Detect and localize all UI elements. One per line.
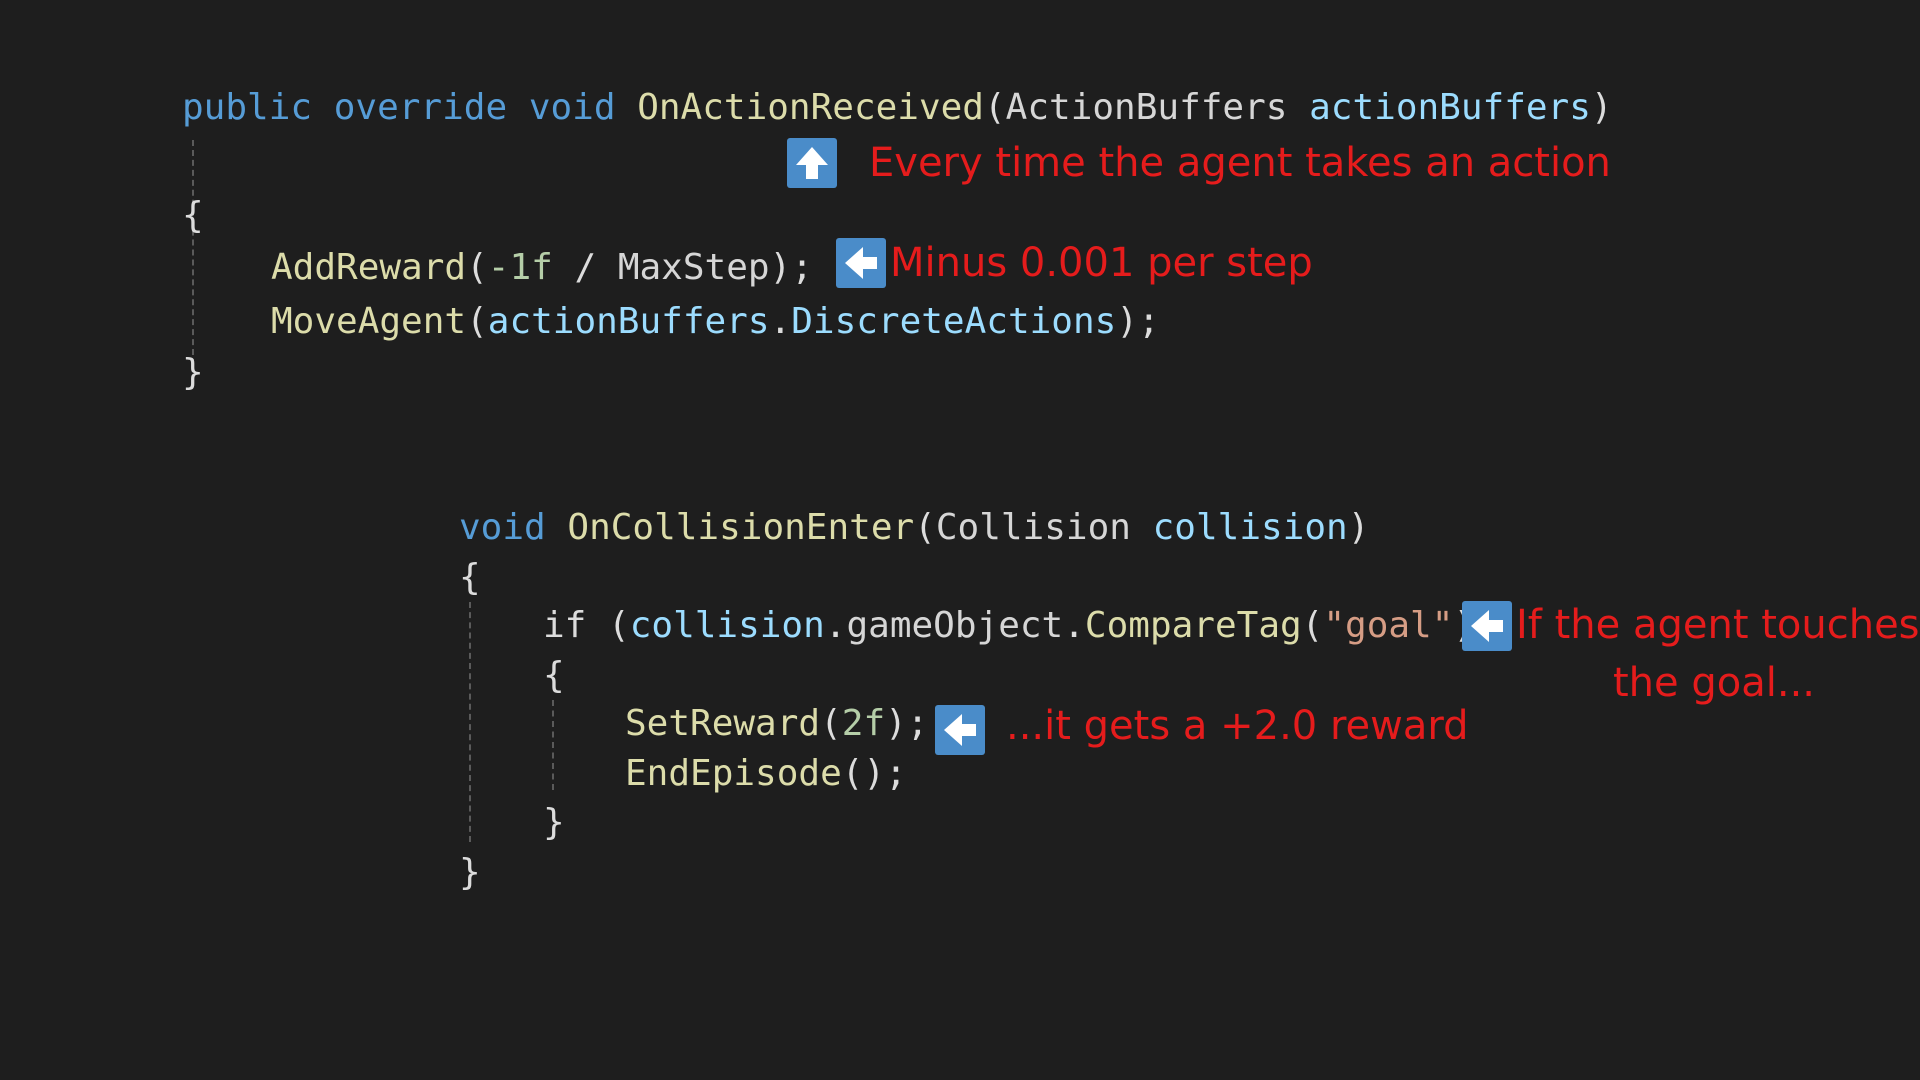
statement-end: ); [1116,301,1160,342]
fn-end-episode: EndEpisode [625,753,842,794]
block1-brace-close: } [182,352,204,393]
block2-brace-open: { [459,557,481,598]
fn-move-agent: MoveAgent [271,301,467,342]
keyword-void: void [459,507,546,548]
keyword-void: void [528,87,616,128]
block2-if-line: if (collision.gameObject.CompareTag("goa… [543,608,1497,644]
block2-inner-brace-close: } [543,802,565,843]
keyword-override: override [333,87,508,128]
block2-set-reward-line: SetReward(2f); [625,706,928,742]
member-discrete-actions: DiscreteActions [791,301,1117,342]
keyword-public: public [182,87,313,128]
method-name: OnCollisionEnter [567,507,915,548]
note-reward: ...it gets a +2.0 reward [1006,703,1469,749]
string-goal: "goal" [1323,605,1454,646]
block2-signature: void OnCollisionEnter(Collision collisio… [459,510,1369,546]
block2-brace-close: } [459,852,481,893]
param-name: collision [1152,507,1348,548]
keyword-if: if [543,605,587,646]
member-game-object: gameObject [846,605,1064,646]
note-every-action: Every time the agent takes an action [869,140,1611,186]
identifier-maxstep: MaxStep [617,247,770,288]
operator: / [552,247,618,288]
arrow-left-icon [935,705,985,755]
param-type: Collision [935,507,1131,548]
identifier-collision: collision [629,605,825,646]
note-touch-goal-line1: If the agent touches [1516,602,1920,648]
block2-end-episode-line: EndEpisode(); [625,756,907,792]
open-paren: ( [586,605,630,646]
member-dot: . [824,605,847,646]
block1-move-agent-line: MoveAgent(actionBuffers.DiscreteActions)… [271,304,1160,340]
open-paren: ( [820,703,842,744]
statement-end: ); [885,703,929,744]
fn-compare-tag: CompareTag [1084,605,1302,646]
block1-brace-open: { [182,195,204,236]
member-dot: . [1063,605,1085,646]
statement-end: (); [841,753,907,794]
fn-set-reward: SetReward [625,703,821,744]
block1-signature: public override void OnActionReceived(Ac… [182,90,1613,126]
indent-guide [469,602,471,842]
close-paren: ) [1347,507,1370,548]
code-annotation-canvas: public override void OnActionReceived(Ac… [0,0,1920,1080]
indent-guide [552,700,554,790]
arrow-left-icon [836,238,886,288]
arrow-up-icon [787,138,837,188]
block1-add-reward-line: AddReward(-1f / MaxStep); [271,250,813,286]
statement-end: ); [769,247,813,288]
note-touch-goal-line2: the goal... [1613,660,1815,706]
open-paren: ( [1301,605,1324,646]
fn-add-reward: AddReward [271,247,467,288]
number-literal: -1f [487,247,553,288]
open-paren: ( [466,247,488,288]
note-per-step: Minus 0.001 per step [890,240,1313,286]
arrow-left-icon [1462,601,1512,651]
open-paren: ( [983,87,1006,128]
block2-inner-brace-open: { [543,655,565,696]
identifier-action-buffers: actionBuffers [487,301,770,342]
member-dot: . [769,301,792,342]
indent-guide [192,140,194,365]
method-name: OnActionReceived [637,87,984,128]
close-paren: ) [1590,87,1613,128]
open-paren: ( [914,507,936,548]
param-type: ActionBuffers [1005,87,1288,128]
open-paren: ( [466,301,488,342]
number-literal: 2f [841,703,886,744]
param-name: actionBuffers [1309,87,1591,128]
